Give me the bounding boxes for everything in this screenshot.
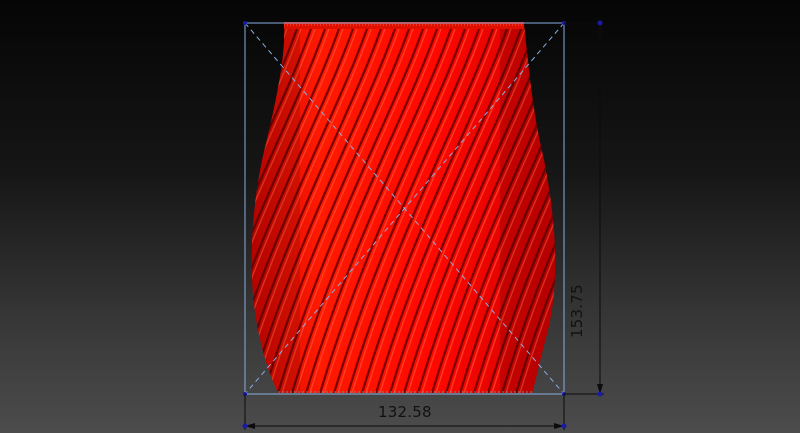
vase-model[interactable] [24, 20, 668, 400]
height-handle-top[interactable] [597, 20, 603, 26]
vase-rib-groove [52, 20, 202, 400]
vase-rib-groove [251, 24, 274, 393]
vase-rib-highlight [251, 24, 263, 393]
width-handle-left[interactable] [242, 423, 248, 429]
height-dimension-value[interactable]: 153.75 [568, 284, 586, 338]
vase-rib-groove [80, 20, 230, 400]
vase-right-shadow [500, 24, 556, 393]
vase-rib-highlight [70, 20, 220, 400]
vase-rib-highlight [98, 20, 248, 400]
vase-rib-highlight [251, 24, 277, 393]
vase-rib-groove [94, 20, 244, 400]
vase-rib-highlight [42, 20, 192, 400]
vase-rib-highlight [56, 20, 206, 400]
vase-rib-groove [24, 20, 174, 400]
height-handle-bottom[interactable] [597, 391, 603, 397]
vase-rib-highlight [28, 20, 178, 400]
cad-viewport[interactable]: 132.58 153.75 [0, 0, 800, 433]
vase-rib-groove [66, 20, 216, 400]
height-dimension[interactable] [564, 20, 604, 397]
scene-svg [24, 20, 668, 430]
vase-rib-highlight [84, 20, 234, 400]
bbox-handle-top-left[interactable] [243, 21, 247, 25]
width-dimension-value[interactable]: 132.58 [378, 403, 432, 421]
vase-rib-groove [38, 20, 188, 400]
width-handle-right[interactable] [561, 423, 567, 429]
vase-left-shadow [251, 24, 300, 393]
vase-rib-groove [251, 24, 260, 393]
